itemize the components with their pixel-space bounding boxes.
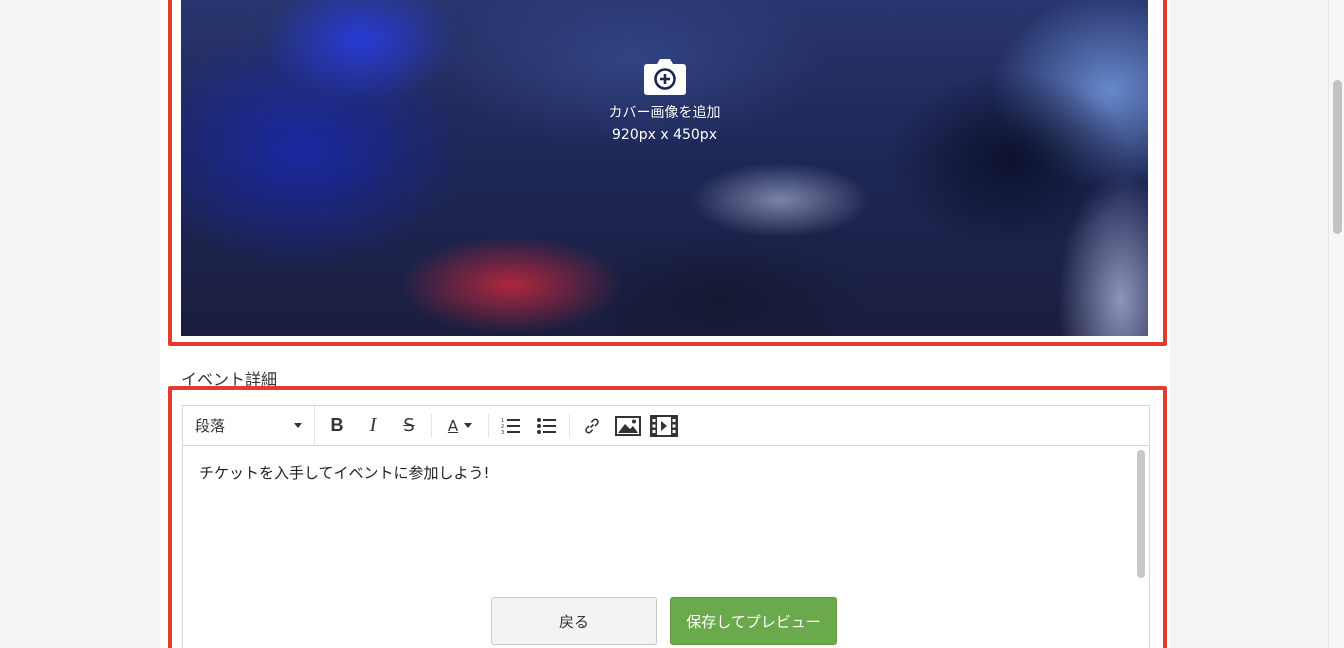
bullet-list-button[interactable] [529,412,565,440]
link-icon [585,418,599,433]
form-actions: 戻る 保存してプレビュー [183,580,1149,648]
cover-image[interactable]: カバー画像を追加 920px x 450px [181,0,1148,336]
paragraph-format-select[interactable]: 段落 [183,405,315,446]
italic-button[interactable]: I [355,412,391,440]
ordered-list-button[interactable]: 1 2 3 [493,412,529,440]
chevron-down-icon [464,423,473,428]
page-scrollbar[interactable] [1328,0,1344,648]
svg-text:3: 3 [501,430,504,435]
paragraph-format-value: 段落 [195,417,226,435]
strikethrough-button[interactable]: S [391,412,427,440]
page-scrollbar-thumb[interactable] [1333,80,1342,234]
video-icon [650,414,678,437]
cover-size-label: 920px x 450px [612,127,717,143]
ordered-list-icon: 1 2 3 [501,418,520,435]
link-button[interactable] [574,412,610,440]
bullet-list-icon [537,417,556,434]
chevron-down-icon [294,423,302,428]
editor-content-area[interactable]: チケットを入手してイベントに参加しよう! [183,446,1149,578]
insert-group [570,414,686,438]
text-color-button[interactable]: A [436,412,484,440]
insert-image-button[interactable] [610,412,646,440]
image-icon [615,415,641,436]
editor-toolbar: 段落 B I S A 1 2 3 [183,405,1149,446]
camera-plus-icon [643,59,686,95]
add-cover-image-button[interactable]: カバー画像を追加 920px x 450px [181,58,1148,146]
insert-video-button[interactable] [646,412,682,440]
editor-scrollbar[interactable] [1137,450,1145,578]
text-color-group: A [432,412,489,440]
text-color-label: A [447,416,459,435]
cover-add-label: カバー画像を追加 [608,105,721,121]
editor-content-text: チケットを入手してイベントに参加しよう! [199,464,490,482]
text-style-group: B I S [315,412,432,440]
bold-button[interactable]: B [319,412,355,440]
back-button[interactable]: 戻る [491,597,657,645]
save-and-preview-button[interactable]: 保存してプレビュー [670,597,837,645]
list-group: 1 2 3 [489,412,570,440]
